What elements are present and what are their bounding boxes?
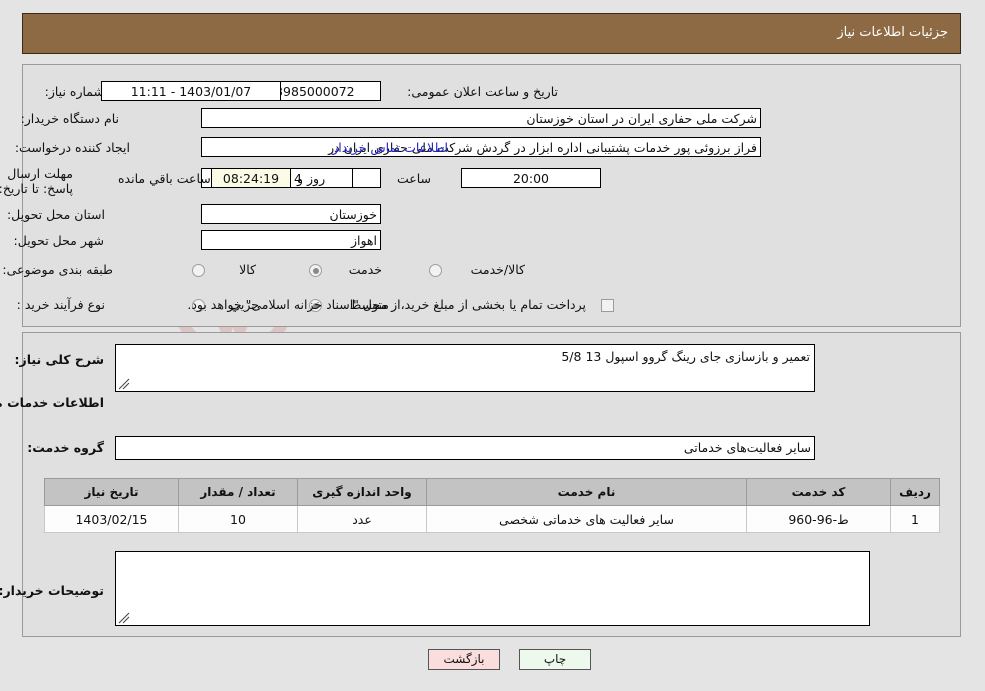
service-group-label: گروه خدمت: [27, 440, 104, 455]
countdown-value: 08:24:19 [211, 168, 291, 188]
deadline-label: مهلت ارسال پاسخ: تا تاریخ: [0, 166, 73, 196]
services-table: ردیف کد خدمت نام خدمت واحد اندازه گیری ت… [44, 478, 940, 533]
radio-category-khedmat-label: خدمت [348, 262, 382, 277]
announce-datetime-value: 1403/01/07 - 11:11 [101, 81, 281, 101]
city-label: شهر محل تحویل: [13, 233, 104, 248]
back-button[interactable]: بازگشت [428, 649, 500, 670]
buyer-contact-link[interactable]: اطلاعات تماس خریدار [332, 140, 448, 155]
td-service-name: سایر فعالیت های خدماتی شخصی [426, 505, 747, 533]
city-value: اهواز [201, 230, 381, 250]
service-group-value: سایر فعالیت‌های خدماتی [115, 436, 815, 460]
td-unit: عدد [297, 505, 427, 533]
table-header-row: ردیف کد خدمت نام خدمت واحد اندازه گیری ت… [44, 478, 940, 506]
th-need-date: تاریخ نیاز [44, 478, 179, 506]
summary-value: تعمیر و بازسازی جای رینگ گروو اسپول 13 5… [561, 349, 810, 364]
th-service-name: نام خدمت [426, 478, 747, 506]
radio-category-kala[interactable] [192, 264, 205, 277]
services-section-title: اطلاعات خدمات مورد نیاز [0, 395, 104, 410]
resize-grip-icon[interactable] [118, 612, 130, 624]
resize-grip-icon[interactable] [118, 378, 130, 390]
province-label: استان محل تحویل: [6, 207, 105, 222]
th-unit: واحد اندازه گیری [297, 478, 427, 506]
treasury-bonds-checkbox[interactable] [601, 299, 614, 312]
th-quantity: تعداد / مقدار [178, 478, 298, 506]
countdown-label: ساعت باقي مانده [118, 171, 211, 186]
treasury-bonds-text: پرداخت تمام یا بخشی از مبلغ خرید،از محل … [187, 297, 586, 312]
deadline-hour-label: ساعت [396, 171, 431, 186]
th-service-code: کد خدمت [746, 478, 891, 506]
page-title: جزئیات اطلاعات نیاز [837, 25, 948, 40]
requester-label: ایجاد کننده درخواست: [14, 140, 130, 155]
td-row-no: 1 [890, 505, 940, 533]
requester-value: فراز برزوئی پور خدمات پشتیبانی اداره ابز… [201, 137, 761, 157]
deadline-hour-value: 20:00 [461, 168, 601, 188]
need-info-panel [22, 64, 961, 327]
category-label: طبقه بندی موضوعی: [2, 262, 113, 277]
page-header-bar: جزئیات اطلاعات نیاز [22, 13, 961, 54]
announce-datetime-label: تاریخ و ساعت اعلان عمومی: [407, 84, 558, 99]
buyer-org-label: نام دستگاه خریدار: [20, 111, 119, 126]
table-row: 1 ط-96-960 سایر فعالیت های خدماتی شخصی ع… [44, 505, 940, 533]
th-row-no: ردیف [890, 478, 940, 506]
summary-textarea[interactable]: تعمیر و بازسازی جای رینگ گروو اسپول 13 5… [115, 344, 815, 392]
process-type-label: نوع فرآیند خرید : [16, 297, 105, 312]
radio-category-kala-khedmat[interactable] [429, 264, 442, 277]
td-service-code: ط-96-960 [746, 505, 891, 533]
radio-category-kala-khedmat-label: کالا/خدمت [470, 262, 525, 277]
buyer-notes-label: توضیحات خریدار: [0, 583, 104, 598]
radio-category-kala-label: کالا [239, 262, 256, 277]
buyer-notes-textarea[interactable] [115, 551, 870, 626]
page-root: جزئیات اطلاعات نیاز ArtaTender.net شماره… [0, 0, 985, 691]
summary-label: شرح کلی نیاز: [14, 352, 104, 367]
need-number-label: شماره نیاز: [44, 84, 104, 99]
print-button[interactable]: چاپ [519, 649, 591, 670]
province-value: خوزستان [201, 204, 381, 224]
days-remaining-label: روز و [297, 171, 326, 186]
radio-category-khedmat[interactable] [309, 264, 322, 277]
td-need-date: 1403/02/15 [44, 505, 179, 533]
buyer-org-value: شرکت ملی حفاری ایران در استان خوزستان [201, 108, 761, 128]
td-quantity: 10 [178, 505, 298, 533]
